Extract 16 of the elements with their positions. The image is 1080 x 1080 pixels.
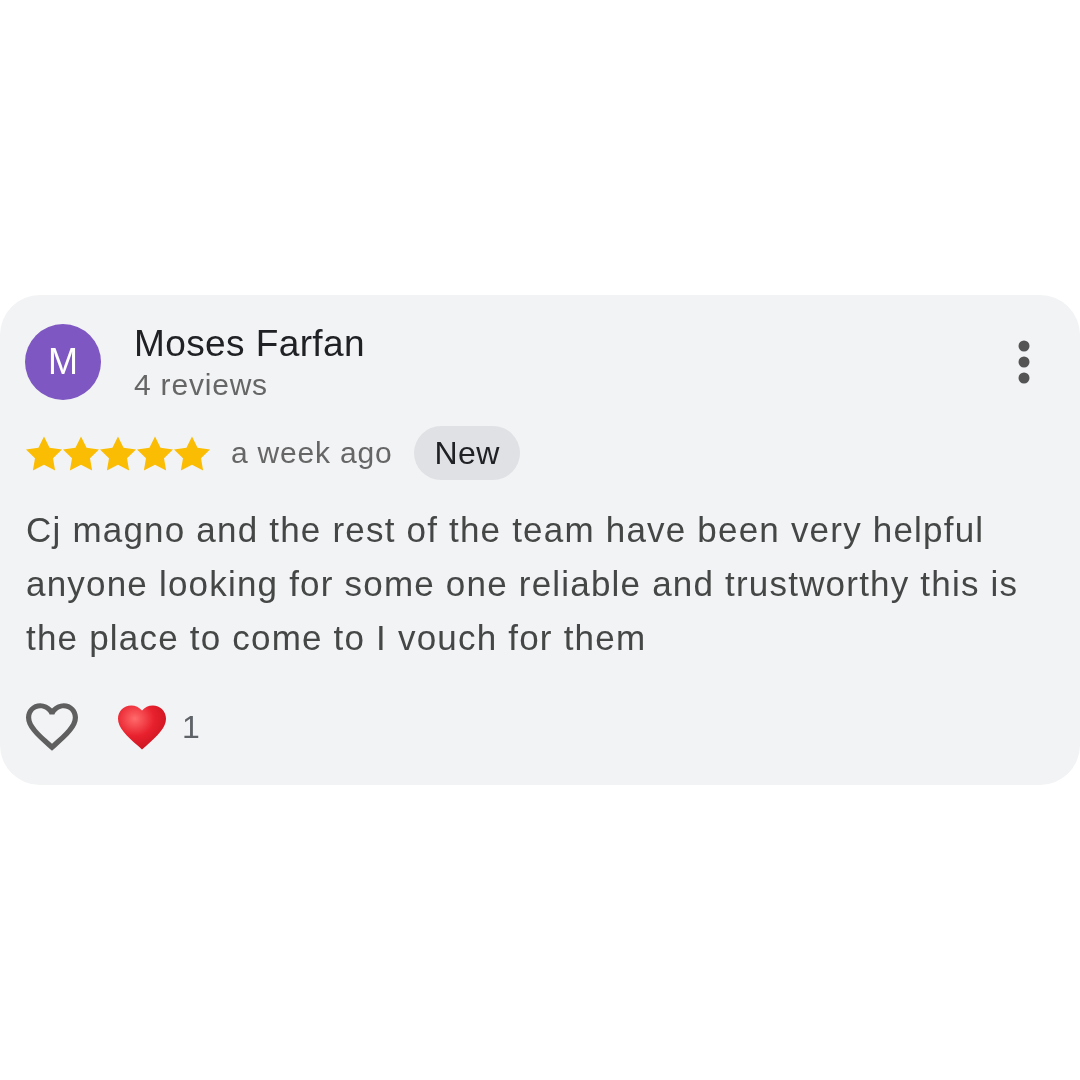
star-icon [63,435,99,471]
author-name[interactable]: Moses Farfan [134,324,365,364]
reaction-count: 1 [182,708,200,746]
like-button[interactable] [26,703,78,751]
review-count: 4 reviews [134,368,268,402]
new-badge: New [414,426,520,480]
heart-icon [118,704,166,750]
review-text: Cj magno and the rest of the team have been very helpful anyone looking for some one reliable and trustworthy this is the place to come to I vouch for them [26,509,1020,659]
star-icon [100,435,136,471]
star-icon [137,435,173,471]
star-icon [26,435,62,471]
review-time: a week ago [231,436,393,470]
heart-outline-icon [26,703,78,751]
more-options-icon[interactable] [1018,340,1030,384]
avatar: M [25,324,101,400]
star-icon [174,435,210,471]
